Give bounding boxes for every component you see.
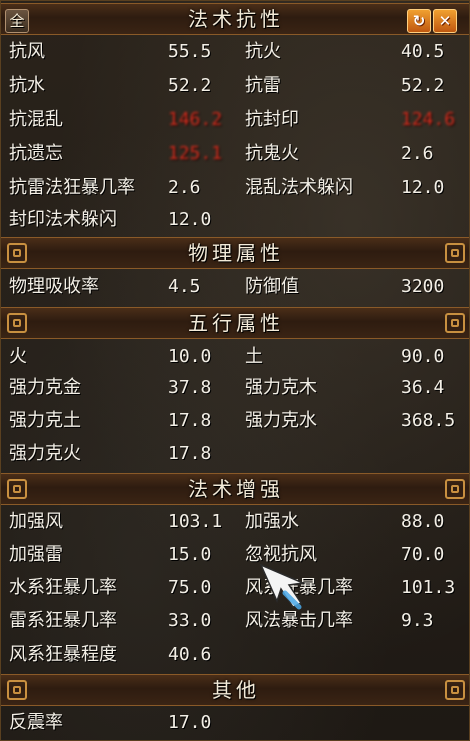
stat-name: 抗雷法狂暴几率	[9, 177, 135, 198]
section-title: 法术抗性	[188, 7, 284, 31]
stat-value-highlighted: 124.6	[401, 109, 456, 130]
stat-name: 水系狂暴几率	[9, 577, 117, 598]
stat-name: 物理吸收率	[9, 276, 99, 297]
stat-value: 2.6	[168, 177, 201, 198]
stat-name: 抗火	[245, 41, 281, 62]
stat-name: 加强风	[9, 511, 63, 532]
stat-name: 加强水	[245, 511, 299, 532]
stat-name: 强力克火	[9, 443, 81, 464]
stat-row: 抗遗忘 125.1 抗鬼火 2.6	[1, 137, 469, 170]
stat-name: 土	[245, 346, 263, 367]
stat-value-highlighted: 146.2	[168, 109, 223, 130]
stat-row: 火 10.0 土 90.0	[1, 340, 469, 373]
stat-name: 抗鬼火	[245, 143, 299, 164]
stat-name: 强力克金	[9, 377, 81, 398]
refresh-icon: ↻	[412, 12, 426, 30]
ornament-icon	[443, 241, 467, 265]
stat-name: 雷系狂暴几率	[9, 610, 117, 631]
stat-row: 抗水 52.2 抗雷 52.2	[1, 69, 469, 102]
stat-value: 10.0	[168, 346, 212, 367]
close-icon: ✕	[438, 12, 452, 30]
section-title: 五行属性	[188, 311, 284, 335]
stat-value: 12.0	[401, 177, 445, 198]
ornament-icon	[443, 311, 467, 335]
close-button[interactable]: ✕	[433, 9, 457, 33]
stat-name: 混乱法术躲闪	[245, 177, 353, 198]
stat-value: 55.5	[168, 41, 212, 62]
section-header-physical: 物理属性	[1, 237, 469, 269]
stat-value: 3200	[401, 276, 445, 297]
ornament-icon	[443, 678, 467, 702]
stat-value: 4.5	[168, 276, 201, 297]
stat-row: 强力克金 37.8 强力克木 36.4	[1, 371, 469, 404]
section-title: 其他	[212, 678, 260, 702]
mouse-cursor-icon	[259, 563, 306, 610]
stat-row: 抗混乱 146.2 抗封印 124.6	[1, 103, 469, 136]
stat-row: 抗雷法狂暴几率 2.6 混乱法术躲闪 12.0	[1, 171, 469, 204]
stat-row: 风系狂暴程度 40.6	[1, 638, 469, 671]
stat-name: 抗风	[9, 41, 45, 62]
stat-name: 加强雷	[9, 544, 63, 565]
ornament-icon	[443, 477, 467, 501]
stat-name: 抗混乱	[9, 109, 63, 130]
stat-row: 抗风 55.5 抗火 40.5	[1, 35, 469, 68]
stat-value: 33.0	[168, 610, 212, 631]
stat-name: 反震率	[9, 712, 63, 733]
stat-name: 强力克水	[245, 410, 317, 431]
stat-row: 水系狂暴几率 75.0 风系狂暴几率 101.3	[1, 571, 469, 604]
stat-value: 103.1	[168, 511, 223, 532]
stat-value: 36.4	[401, 377, 445, 398]
stat-name: 风系狂暴程度	[9, 644, 117, 665]
stat-value: 40.6	[168, 644, 212, 665]
section-header-magic-resist: 全 法术抗性 ↻ ✕	[1, 3, 469, 35]
stat-value: 9.3	[401, 610, 434, 631]
stat-name: 抗遗忘	[9, 143, 63, 164]
stat-name: 火	[9, 346, 27, 367]
section-header-magic-boost: 法术增强	[1, 473, 469, 505]
stat-value: 52.2	[401, 75, 445, 96]
stat-row: 物理吸收率 4.5 防御值 3200	[1, 270, 469, 303]
stat-name: 抗封印	[245, 109, 299, 130]
stat-value: 88.0	[401, 511, 445, 532]
stat-row: 加强风 103.1 加强水 88.0	[1, 505, 469, 538]
stat-name: 抗雷	[245, 75, 281, 96]
stat-row: 封印法术躲闪 12.0	[1, 203, 469, 236]
section-title: 物理属性	[188, 241, 284, 265]
stat-value: 17.0	[168, 712, 212, 733]
stat-value: 368.5	[401, 410, 456, 431]
stat-value: 75.0	[168, 577, 212, 598]
stat-value: 37.8	[168, 377, 212, 398]
stat-value: 12.0	[168, 209, 212, 230]
stat-value: 2.6	[401, 143, 434, 164]
stat-name: 抗水	[9, 75, 45, 96]
stat-row: 反震率 17.0	[1, 706, 469, 739]
stat-value: 17.8	[168, 410, 212, 431]
section-header-five-elements: 五行属性	[1, 307, 469, 339]
stat-value: 90.0	[401, 346, 445, 367]
stat-value: 17.8	[168, 443, 212, 464]
attribute-panel: 全 法术抗性 ↻ ✕ 抗风 55.5 抗火 40.5 抗水 52.2 抗雷 52…	[0, 0, 470, 741]
stat-row: 加强雷 15.0 忽视抗风 70.0	[1, 538, 469, 571]
refresh-button[interactable]: ↻	[407, 9, 431, 33]
stat-value: 40.5	[401, 41, 445, 62]
stat-name: 强力克木	[245, 377, 317, 398]
stat-name: 防御值	[245, 276, 299, 297]
stat-value-highlighted: 125.1	[168, 143, 223, 164]
stat-value: 101.3	[401, 577, 456, 598]
section-title: 法术增强	[188, 477, 284, 501]
stat-row: 强力克土 17.8 强力克水 368.5	[1, 404, 469, 437]
section-header-other: 其他	[1, 674, 469, 706]
stat-row: 雷系狂暴几率 33.0 风法暴击几率 9.3	[1, 604, 469, 637]
stat-value: 15.0	[168, 544, 212, 565]
stat-value: 70.0	[401, 544, 445, 565]
stat-value: 52.2	[168, 75, 212, 96]
stat-name: 强力克土	[9, 410, 81, 431]
stat-name: 封印法术躲闪	[9, 209, 117, 230]
stat-row: 强力克火 17.8	[1, 437, 469, 470]
